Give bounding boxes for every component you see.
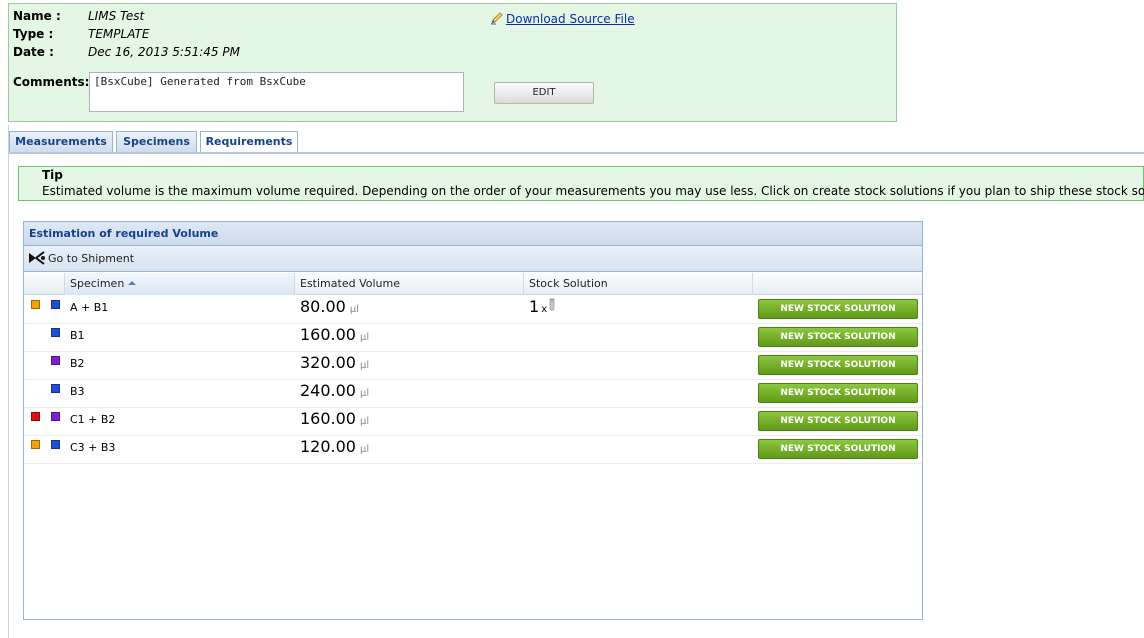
specimen-color-swatch: [31, 412, 40, 421]
column-estimated-volume[interactable]: Estimated Volume: [294, 273, 523, 295]
tip-title: Tip: [42, 168, 63, 182]
volume-unit: µl: [359, 444, 370, 455]
tube-icon[interactable]: [549, 297, 555, 311]
specimen-color-swatch: [51, 356, 60, 365]
volume-number: 80.00: [300, 297, 346, 316]
volume-number: 160.00: [300, 325, 356, 344]
specimen-name: C3 + B3: [70, 441, 116, 454]
specimen-color-swatch: [51, 384, 60, 393]
type-label: Type :: [13, 27, 54, 41]
specimen-color-swatch: [51, 440, 60, 449]
volume-number: 320.00: [300, 353, 356, 372]
table-row: A + B1 80.00 µl NEW STOCK SOLUTION 1 x: [24, 296, 922, 324]
specimen-color-swatch: [51, 300, 60, 309]
column-stock-solution[interactable]: Stock Solution: [523, 273, 752, 295]
stock-count: 1: [529, 297, 540, 316]
specimen-color-swatch: [51, 412, 60, 421]
volume-number: 120.00: [300, 437, 356, 456]
edit-button[interactable]: EDIT: [494, 82, 594, 104]
volume-unit: µl: [359, 360, 370, 371]
estimated-volume: 320.00 µl: [300, 353, 369, 372]
name-label: Name :: [13, 9, 61, 23]
comments-field[interactable]: [BsxCube] Generated from BsxCube: [89, 72, 464, 112]
table-row: C3 + B3 120.00 µl NEW STOCK SOLUTION: [24, 436, 922, 464]
specimen-color-swatch: [31, 440, 40, 449]
shipment-icon: [28, 249, 46, 265]
tab-specimens[interactable]: Specimens: [116, 131, 197, 153]
new-stock-solution-button[interactable]: NEW STOCK SOLUTION: [758, 355, 918, 375]
new-stock-solution-button[interactable]: NEW STOCK SOLUTION: [758, 411, 918, 431]
panel-title: Estimation of required Volume: [24, 222, 922, 246]
volume-unit: µl: [349, 304, 359, 315]
type-value: TEMPLATE: [88, 27, 150, 41]
volume-number: 240.00: [300, 381, 356, 400]
volume-unit: µl: [359, 416, 370, 427]
required-volume-panel: Estimation of required Volume Go to Ship…: [23, 221, 923, 620]
date-value: Dec 16, 2013 5:51:45 PM: [88, 45, 240, 59]
tab-measurements[interactable]: Measurements: [9, 131, 113, 153]
new-stock-solution-button[interactable]: NEW STOCK SOLUTION: [758, 383, 918, 403]
estimated-volume: 240.00 µl: [300, 381, 369, 400]
date-label: Date :: [13, 45, 54, 59]
estimated-volume: 160.00 µl: [300, 325, 369, 344]
download-label: Download Source File: [506, 12, 635, 26]
tip-box: Tip Estimated volume is the maximum volu…: [18, 166, 1144, 201]
column-specimen-label: Specimen: [70, 277, 125, 290]
table-row: C1 + B2 160.00 µl NEW STOCK SOLUTION: [24, 408, 922, 436]
comments-label: Comments:: [13, 75, 90, 89]
pencil-icon: [490, 11, 504, 25]
table-row: B2 320.00 µl NEW STOCK SOLUTION: [24, 352, 922, 380]
tab-requirements[interactable]: Requirements: [200, 131, 298, 154]
new-stock-solution-button[interactable]: NEW STOCK SOLUTION: [758, 439, 918, 459]
volume-unit: µl: [359, 332, 370, 343]
download-source-file-link[interactable]: Download Source File: [490, 11, 635, 26]
sort-asc-icon: [128, 281, 137, 285]
volume-number: 160.00: [300, 409, 356, 428]
estimated-volume: 80.00 µl: [300, 297, 359, 316]
specimen-name: B1: [70, 329, 85, 342]
stock-multiplier: x: [541, 304, 548, 315]
name-value: LIMS Test: [88, 9, 145, 23]
go-to-shipment-label: Go to Shipment: [48, 252, 135, 265]
column-specimen[interactable]: Specimen: [64, 273, 294, 295]
table-row: B1 160.00 µl NEW STOCK SOLUTION: [24, 324, 922, 352]
specimen-name: B2: [70, 357, 85, 370]
specimen-name: A + B1: [70, 301, 109, 314]
specimen-color-swatch: [31, 300, 40, 309]
new-stock-solution-button[interactable]: NEW STOCK SOLUTION: [758, 327, 918, 347]
specimen-name: C1 + B2: [70, 413, 116, 426]
new-stock-solution-button[interactable]: NEW STOCK SOLUTION: [758, 299, 918, 319]
estimated-volume: 160.00 µl: [300, 409, 369, 428]
specimen-color-swatch: [51, 328, 60, 337]
page-left-border: [8, 125, 9, 638]
column-actions: [752, 273, 922, 295]
volume-unit: µl: [359, 388, 370, 399]
specimen-name: B3: [70, 385, 85, 398]
experiment-info-panel: Name : LIMS Test Type : TEMPLATE Date : …: [8, 3, 897, 122]
table-row: B3 240.00 µl NEW STOCK SOLUTION: [24, 380, 922, 408]
tab-strip-divider: [9, 152, 1144, 154]
panel-toolbar: Go to Shipment: [24, 246, 922, 272]
stock-solution-count: 1x: [529, 297, 555, 316]
grid-header: Specimen Estimated Volume Stock Solution: [24, 273, 922, 295]
go-to-shipment-button[interactable]: Go to Shipment: [28, 246, 134, 272]
tip-text: Estimated volume is the maximum volume r…: [42, 184, 1144, 198]
estimated-volume: 120.00 µl: [300, 437, 369, 456]
